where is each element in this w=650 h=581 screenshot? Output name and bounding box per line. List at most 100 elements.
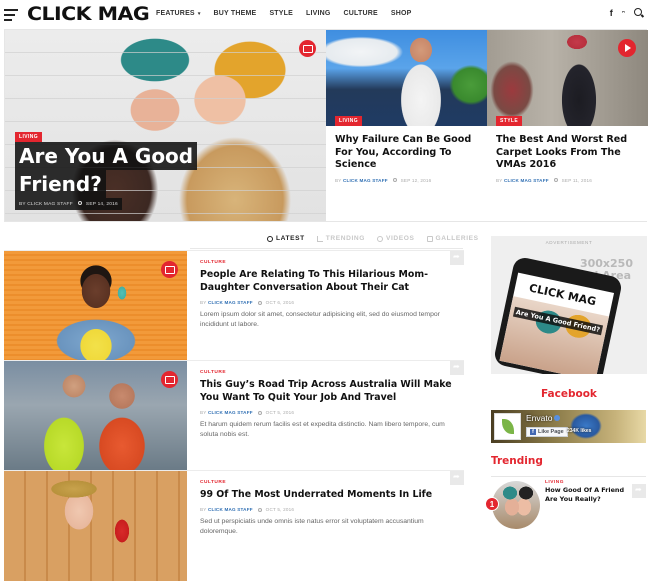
post-date: SEP 14, 2016 — [85, 202, 118, 207]
clock-icon — [258, 410, 263, 415]
divider — [190, 248, 463, 249]
facebook-icon[interactable]: f — [610, 8, 613, 18]
nav-item-shop[interactable]: SHOP — [391, 10, 412, 17]
nav-item-culture[interactable]: CULTURE — [344, 10, 378, 17]
article-row: CULTURE People Are Relating To This Hila… — [4, 250, 464, 361]
page-name: Envato — [526, 413, 553, 423]
tab-label: TRENDING — [325, 235, 365, 242]
author-link[interactable]: CLICK MAG STAFF — [343, 178, 388, 183]
header-icons: f ᵔ — [610, 8, 644, 18]
featured-main-story[interactable]: LIVING Are You A Good Friend? BY CLICK M… — [5, 30, 326, 221]
trending-title[interactable]: How Good Of A Friend Are You Really? — [545, 486, 635, 503]
story-title[interactable]: The Best And Worst Red Carpet Looks From… — [496, 134, 640, 172]
clock-icon — [258, 300, 263, 305]
like-page-button[interactable]: f Like Page — [526, 427, 568, 437]
article-excerpt: Lorem ipsum dolor sit amet, consectetur … — [200, 311, 440, 328]
featured-secondary-story[interactable]: STYLE The Best And Worst Red Carpet Look… — [487, 30, 648, 221]
nav-item-label: FEATURES — [156, 10, 195, 17]
rank-badge: 1 — [485, 497, 499, 511]
story-image[interactable]: LIVING — [326, 30, 487, 126]
article-row: CULTURE 99 Of The Most Underrated Moment… — [4, 470, 464, 581]
article-title[interactable]: People Are Relating To This Hilarious Mo… — [200, 268, 455, 294]
facebook-icon: f — [530, 429, 536, 435]
camera-icon[interactable] — [161, 261, 178, 278]
category-badge[interactable]: STYLE — [496, 116, 523, 126]
tab-latest[interactable]: LATEST — [267, 235, 305, 242]
article-title[interactable]: 99 Of The Most Underrated Moments In Lif… — [200, 488, 455, 501]
article-row: CULTURE This Guy’s Road Trip Across Aust… — [4, 360, 464, 471]
author-link[interactable]: CLICK MAG STAFF — [208, 507, 253, 512]
author-link[interactable]: CLICK MAG STAFF — [504, 178, 549, 183]
author-prefix: BY — [19, 202, 26, 207]
article-meta: BY CLICK MAG STAFF OCT 6, 2016 — [200, 300, 455, 305]
featured-section: LIVING Are You A Good Friend? BY CLICK M… — [4, 29, 648, 222]
share-icon[interactable] — [450, 251, 464, 265]
featured-secondary-story[interactable]: LIVING Why Failure Can Be Good For You, … — [326, 30, 487, 221]
tab-label: GALLERIES — [435, 235, 479, 242]
article-category[interactable]: CULTURE — [200, 370, 455, 375]
divider — [491, 476, 646, 477]
featured-main-title[interactable]: Are You A Good Friend? — [15, 142, 275, 198]
author-link[interactable]: CLICK MAG STAFF — [208, 410, 253, 415]
site-logo[interactable]: CLICK MAG — [27, 3, 150, 25]
nav-item-living[interactable]: LIVING — [306, 10, 331, 17]
article-excerpt: Sed ut perspiciatis unde omnis iste natu… — [200, 518, 424, 535]
camera-icon[interactable] — [161, 371, 178, 388]
post-date: SEP 12, 2016 — [400, 177, 432, 183]
clock-icon — [78, 201, 83, 205]
story-title[interactable]: Why Failure Can Be Good For You, Accordi… — [335, 134, 479, 172]
facebook-page-name[interactable]: Envato — [526, 413, 561, 423]
author-link[interactable]: CLICK MAG STAFF — [27, 202, 73, 207]
tab-videos[interactable]: VIDEOS — [377, 235, 415, 242]
tab-trending[interactable]: TRENDING — [316, 235, 365, 242]
author-prefix: BY — [200, 410, 207, 415]
nav-item-features[interactable]: FEATURES ▾ — [156, 10, 201, 17]
category-badge[interactable]: LIVING — [15, 132, 43, 142]
share-icon[interactable] — [450, 361, 464, 375]
article-meta: BY CLICK MAG STAFF OCT 5, 2016 — [200, 410, 455, 415]
title-line: Friend? — [15, 170, 106, 198]
tab-galleries[interactable]: GALLERIES — [426, 235, 479, 242]
advertisement[interactable]: ADVERTISEMENT 300x250 Ad Area CLICK MAG … — [491, 236, 647, 374]
feed-tabs: LATEST TRENDING VIDEOS GALLERIES — [267, 235, 479, 242]
trending-item: 1 LIVING How Good Of A Friend Are You Re… — [485, 480, 646, 532]
nav-item-buy-theme[interactable]: BUY THEME — [214, 10, 257, 17]
article-image[interactable] — [4, 361, 187, 471]
trending-icon — [316, 235, 323, 242]
camera-icon[interactable] — [299, 40, 316, 57]
trending-category[interactable]: LIVING — [545, 480, 635, 485]
share-icon[interactable] — [450, 471, 464, 485]
author-prefix: BY — [200, 300, 207, 305]
search-icon[interactable] — [634, 8, 644, 18]
article-category[interactable]: CULTURE — [200, 480, 455, 485]
twitter-icon[interactable]: ᵔ — [622, 9, 625, 18]
play-icon[interactable] — [618, 39, 636, 57]
nav-item-style[interactable]: STYLE — [269, 10, 293, 17]
verified-icon — [554, 415, 561, 421]
title-line: Are You A Good — [15, 142, 198, 170]
phone-screen: CLICK MAG Are You A Good Friend? — [499, 272, 615, 374]
article-image[interactable] — [4, 251, 187, 361]
like-label: Like Page — [538, 429, 564, 435]
envato-logo[interactable] — [494, 413, 521, 440]
article-title[interactable]: This Guy’s Road Trip Across Australia Wi… — [200, 378, 455, 404]
author-link[interactable]: CLICK MAG STAFF — [208, 300, 253, 305]
main-nav: FEATURES ▾ BUY THEME STYLE LIVING CULTURE… — [156, 10, 412, 17]
video-icon — [377, 235, 383, 242]
ad-label: ADVERTISEMENT — [545, 240, 593, 245]
likes-count: 234K likes — [567, 428, 592, 434]
category-badge[interactable]: LIVING — [335, 116, 363, 126]
story-image[interactable]: STYLE — [487, 30, 648, 126]
tab-label: LATEST — [276, 235, 305, 242]
post-date: OCT 6, 2016 — [265, 300, 295, 305]
clock-icon — [258, 507, 263, 512]
article-category[interactable]: CULTURE — [200, 260, 455, 265]
facebook-page-widget[interactable]: Envato f Like Page 234K likes — [491, 410, 646, 443]
hamburger-menu-icon[interactable] — [4, 9, 18, 21]
tab-label: VIDEOS — [386, 235, 415, 242]
trending-image[interactable] — [492, 481, 540, 529]
phone-mockup: CLICK MAG Are You A Good Friend? — [492, 255, 624, 374]
article-image[interactable] — [4, 471, 187, 581]
share-icon[interactable] — [632, 484, 646, 498]
post-date: SEP 11, 2016 — [561, 177, 592, 183]
